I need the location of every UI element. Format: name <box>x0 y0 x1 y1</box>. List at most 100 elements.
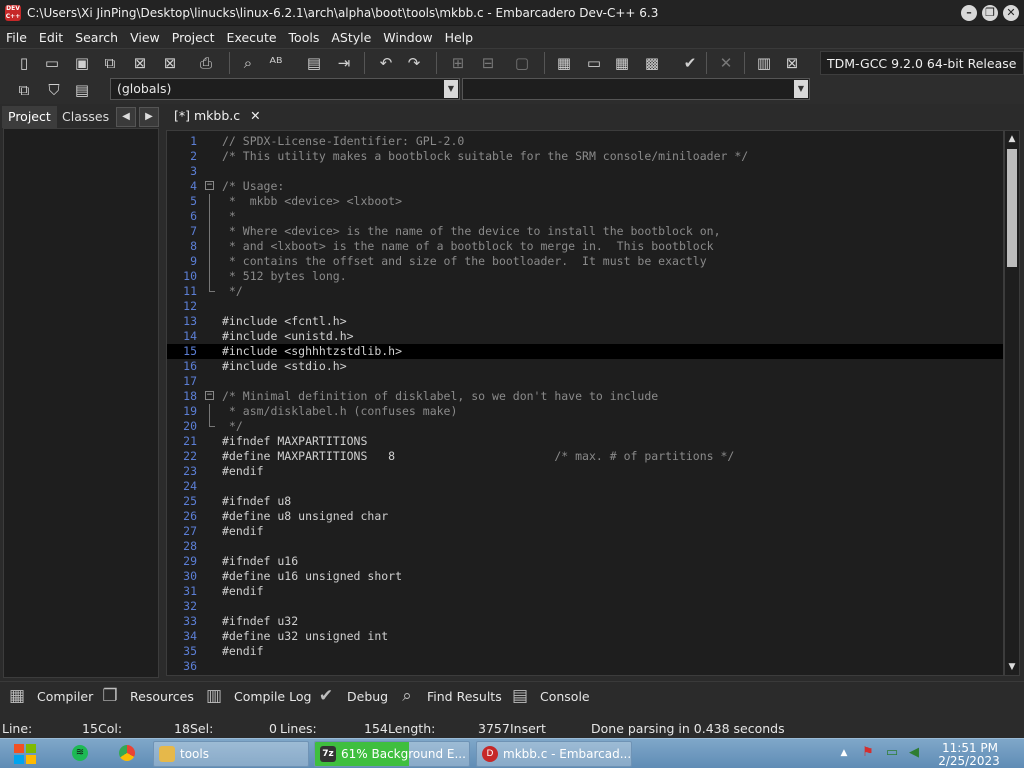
code-line[interactable]: 8 * and <lxboot> is the name of a bootbl… <box>167 239 1003 254</box>
code-line[interactable]: 36 <box>167 659 1003 674</box>
tab-classes[interactable]: Classes <box>56 106 115 128</box>
flag-icon[interactable]: ⚑ <box>860 745 876 761</box>
close-file-icon[interactable]: ⊠ <box>130 53 150 73</box>
code-line[interactable]: 19 * asm/disklabel.h (confuses make) <box>167 404 1003 419</box>
open-file-icon[interactable]: ▭ <box>42 53 62 73</box>
tab-project[interactable]: Project <box>2 106 57 128</box>
clock-date[interactable]: 2/25/2023 <box>936 754 1002 768</box>
chevron-down-icon[interactable]: ▼ <box>794 80 808 98</box>
code-line[interactable]: 23 #endif <box>167 464 1003 479</box>
code-line[interactable]: 1 // SPDX-License-Identifier: GPL-2.0 <box>167 134 1003 149</box>
save-icon[interactable]: ▣ <box>72 53 92 73</box>
editor-tab-mkbb[interactable]: [*] mkbb.c ✕ <box>166 104 269 128</box>
print-icon[interactable]: ⎙ <box>196 53 216 73</box>
tab-prev-button[interactable]: ◀ <box>116 107 136 127</box>
remove-from-project-icon[interactable]: ⊟ <box>478 53 498 73</box>
code-line[interactable]: 21 #ifndef MAXPARTITIONS <box>167 434 1003 449</box>
check-syntax-icon[interactable]: ✔ <box>680 53 700 73</box>
network-icon[interactable]: ▭ <box>884 745 900 761</box>
clock-time[interactable]: 11:51 PM <box>940 741 1000 755</box>
code-line[interactable]: 33 #ifndef u32 <box>167 614 1003 629</box>
code-line[interactable]: 22 #define MAXPARTITIONS 8 /* max. # of p… <box>167 449 1003 464</box>
project-tree[interactable] <box>3 128 159 678</box>
code-line[interactable]: 18−/* Minimal definition of disklabel, s… <box>167 389 1003 404</box>
menu-execute[interactable]: Execute <box>221 30 283 45</box>
taskbar-item-7zip[interactable]: 7z 61% Background E... <box>314 741 470 767</box>
code-line[interactable]: 20 */ <box>167 419 1003 434</box>
code-line[interactable]: 34 #define u32 unsigned int <box>167 629 1003 644</box>
menu-help[interactable]: Help <box>439 30 480 45</box>
goto-line-icon[interactable]: ⇥ <box>334 53 354 73</box>
delete-profile-icon[interactable]: ⊠ <box>782 53 802 73</box>
scroll-up-icon[interactable]: ▲ <box>1006 132 1018 146</box>
bookmark-toggle-icon[interactable]: ⧉ <box>14 80 34 100</box>
tab-next-button[interactable]: ▶ <box>139 107 159 127</box>
current-code-line[interactable]: 15 #include <sghhhtzstdlib.h> <box>167 344 1003 359</box>
tab-debug[interactable]: Debug <box>347 686 388 708</box>
restore-button[interactable]: ❐ <box>982 4 998 21</box>
scope-combo[interactable]: (globals) ▼ <box>110 78 460 100</box>
profile-icon[interactable]: ▥ <box>754 53 774 73</box>
compile-icon[interactable]: ▦ <box>554 53 574 73</box>
start-button[interactable] <box>6 740 44 768</box>
code-line[interactable]: 5 * mkbb <device> <lxboot> <box>167 194 1003 209</box>
code-line[interactable]: 16 #include <stdio.h> <box>167 359 1003 374</box>
tray-expand-icon[interactable]: ▲ <box>836 745 852 761</box>
menu-astyle[interactable]: AStyle <box>325 30 377 45</box>
volume-icon[interactable]: ◀ <box>906 745 922 761</box>
close-icon[interactable]: ✕ <box>250 108 260 123</box>
code-line[interactable]: 7 * Where <device> is the name of the de… <box>167 224 1003 239</box>
code-line[interactable]: 9 * contains the offset and size of the … <box>167 254 1003 269</box>
redo-icon[interactable]: ↷ <box>404 53 424 73</box>
rebuild-icon[interactable]: ▩ <box>642 53 662 73</box>
code-line[interactable]: 14 #include <unistd.h> <box>167 329 1003 344</box>
run-icon[interactable]: ▭ <box>584 53 604 73</box>
minimize-button[interactable]: – <box>961 4 977 21</box>
find-icon[interactable]: ⌕ <box>238 53 258 73</box>
tab-console[interactable]: Console <box>540 686 590 708</box>
code-line[interactable]: 4−/* Usage: <box>167 179 1003 194</box>
add-to-project-icon[interactable]: ⊞ <box>448 53 468 73</box>
stop-icon[interactable]: ✕ <box>716 53 736 73</box>
menu-view[interactable]: View <box>124 30 166 45</box>
code-line[interactable]: 27 #endif <box>167 524 1003 539</box>
chevron-down-icon[interactable]: ▼ <box>444 80 458 98</box>
code-line[interactable]: 32 <box>167 599 1003 614</box>
project-options-icon[interactable]: ▢ <box>512 53 532 73</box>
code-line[interactable]: 6 * <box>167 209 1003 224</box>
code-line[interactable]: 11 */ <box>167 284 1003 299</box>
tab-compiler[interactable]: Compiler <box>37 686 93 708</box>
code-editor[interactable]: 1 // SPDX-License-Identifier: GPL-2.0 2 /* … <box>166 130 1004 676</box>
code-line[interactable]: 2 /* This utility makes a bootblock suita… <box>167 149 1003 164</box>
undo-icon[interactable]: ↶ <box>376 53 396 73</box>
menu-edit[interactable]: Edit <box>33 30 69 45</box>
code-line[interactable]: 13 #include <fcntl.h> <box>167 314 1003 329</box>
scrollbar-thumb[interactable] <box>1007 149 1017 267</box>
editor-scrollbar[interactable]: ▲ ▼ <box>1004 130 1020 676</box>
close-button[interactable]: ✕ <box>1003 4 1019 21</box>
bookmark-icon[interactable]: ⛉ <box>44 80 64 100</box>
function-combo[interactable]: ▼ <box>462 78 810 100</box>
bookmark-goto-icon[interactable]: ▤ <box>72 80 92 100</box>
fold-toggle-icon[interactable]: − <box>205 181 214 190</box>
chrome-icon[interactable] <box>119 745 135 761</box>
tab-compile-log[interactable]: Compile Log <box>234 686 311 708</box>
code-line[interactable]: 31 #endif <box>167 584 1003 599</box>
menu-tools[interactable]: Tools <box>283 30 326 45</box>
find-next-icon[interactable]: ▤ <box>304 53 324 73</box>
code-line[interactable]: 12 <box>167 299 1003 314</box>
replace-icon[interactable]: ᴬᴮ <box>266 53 286 73</box>
code-line[interactable]: 17 <box>167 374 1003 389</box>
menu-project[interactable]: Project <box>166 30 221 45</box>
new-file-icon[interactable]: ▯ <box>14 53 34 73</box>
code-line[interactable]: 25 #ifndef u8 <box>167 494 1003 509</box>
code-line[interactable]: 29 #ifndef u16 <box>167 554 1003 569</box>
menu-search[interactable]: Search <box>69 30 124 45</box>
close-all-icon[interactable]: ⊠ <box>160 53 180 73</box>
code-line[interactable]: 10 * 512 bytes long. <box>167 269 1003 284</box>
scroll-down-icon[interactable]: ▼ <box>1006 660 1018 674</box>
code-line[interactable]: 30 #define u16 unsigned short <box>167 569 1003 584</box>
tab-find-results[interactable]: Find Results <box>427 686 502 708</box>
compiler-select[interactable]: TDM-GCC 9.2.0 64-bit Release <box>820 51 1024 75</box>
taskbar-item-devcpp[interactable]: D mkbb.c - Embarcad... <box>476 741 632 767</box>
